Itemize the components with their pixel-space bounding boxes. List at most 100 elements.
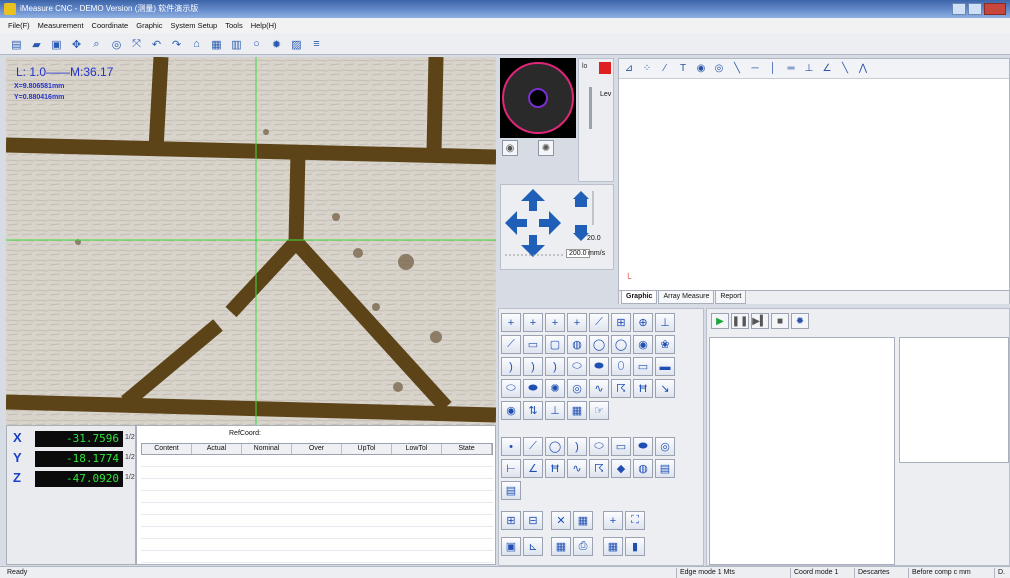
angle-icon[interactable]: ∠ — [819, 61, 835, 76]
slot-measure-icon[interactable]: ▢ — [545, 335, 565, 354]
ellipse-fill-icon[interactable]: ⬬ — [589, 357, 609, 376]
point-icon[interactable]: ⁘ — [639, 61, 655, 76]
move-icon[interactable]: ✥ — [68, 36, 85, 52]
distance-icon[interactable]: ⊢ — [501, 459, 521, 478]
half-button-x[interactable]: 1/2 — [125, 434, 135, 441]
height-icon[interactable]: Ħ — [633, 379, 653, 398]
half-button-y[interactable]: 1/2 — [125, 454, 135, 461]
document-icon[interactable]: ▤ — [501, 481, 521, 500]
pause-icon[interactable]: ❚❚ — [731, 313, 749, 329]
results-grid[interactable] — [141, 455, 493, 563]
ring-points-icon[interactable]: ◯ — [611, 335, 631, 354]
light-level-slider[interactable] — [589, 87, 592, 129]
globe-icon[interactable]: ◍ — [633, 459, 653, 478]
magnify-icon[interactable]: ⊕ — [633, 313, 653, 332]
menu-help[interactable]: Help(H) — [251, 21, 277, 33]
target-icon[interactable]: ◎ — [108, 36, 125, 52]
rectangle-fill-icon[interactable]: ▬ — [655, 357, 675, 376]
arc-left-icon[interactable]: ) — [501, 357, 521, 376]
arrow-up-icon[interactable] — [521, 189, 545, 211]
layer-icon[interactable]: ◆ — [611, 459, 631, 478]
save-icon[interactable]: ▣ — [48, 36, 65, 52]
circle-center-icon[interactable]: ◉ — [633, 335, 653, 354]
new-file-icon[interactable]: ▤ — [8, 36, 25, 52]
arrow-down-icon[interactable] — [521, 235, 545, 257]
step-icon[interactable]: ▶▍ — [751, 313, 769, 329]
select-icon[interactable]: ⊿ — [621, 61, 637, 76]
construct-rect-icon[interactable]: ▭ — [611, 437, 631, 456]
multi-circle-icon[interactable]: ❀ — [655, 335, 675, 354]
list-icon[interactable]: ≡ — [308, 36, 325, 52]
spreadsheet-icon[interactable]: ▦ — [551, 537, 571, 556]
ellipse-icon[interactable]: ⬭ — [567, 357, 587, 376]
menu-file[interactable]: File(F) — [8, 21, 30, 33]
box-point-icon[interactable]: ⊞ — [611, 313, 631, 332]
perpendicular-icon[interactable]: ⊥ — [801, 61, 817, 76]
tab-graphic[interactable]: Graphic — [621, 291, 658, 304]
construct-arc-icon[interactable]: ) — [567, 437, 587, 456]
construct-circle-icon[interactable]: ◯ — [545, 437, 565, 456]
slot-icon[interactable]: ⬬ — [523, 379, 543, 398]
construct-point-icon[interactable]: • — [501, 437, 521, 456]
report-icon[interactable]: ▨ — [288, 36, 305, 52]
calculator-icon[interactable]: ▦ — [567, 401, 587, 420]
crosshair-plus-icon[interactable]: + — [545, 313, 565, 332]
crosshair-point-icon[interactable]: + — [501, 313, 521, 332]
column-header[interactable]: LowTol — [392, 444, 442, 454]
z-up-icon[interactable] — [573, 191, 589, 207]
height-construct-icon[interactable]: Ħ — [545, 459, 565, 478]
arc-3pt-icon[interactable]: ) — [545, 357, 565, 376]
image-export-icon[interactable]: ▦ — [573, 511, 593, 530]
rectangle-icon[interactable]: ▭ — [633, 357, 653, 376]
angle-construct-icon[interactable]: ∠ — [523, 459, 543, 478]
graphic-panel[interactable]: ⊿ ⁘ ⁄ T ◉ ◎ ╲ ─ │ ═ ⊥ ∠ ╲ ⋀ └ Graphic Ar… — [618, 58, 1010, 304]
construct-ring-icon[interactable]: ◎ — [655, 437, 675, 456]
column-header[interactable]: Over — [292, 444, 342, 454]
tab-report[interactable]: Report — [715, 291, 747, 304]
zoom-fit-icon[interactable]: ⛶ — [625, 511, 645, 530]
ring-icon[interactable]: ◎ — [711, 61, 727, 76]
settings-icon[interactable]: ✹ — [791, 313, 809, 329]
excel-export-icon[interactable]: ✕ — [551, 511, 571, 530]
undo-icon[interactable]: ↶ — [148, 36, 165, 52]
redo-icon[interactable]: ↷ — [168, 36, 185, 52]
arrow-left-icon[interactable] — [505, 211, 527, 235]
minimize-button[interactable] — [952, 3, 966, 15]
ring-gauge-icon[interactable]: ◉ — [501, 401, 521, 420]
program-list[interactable] — [709, 337, 895, 565]
circle-outline-icon[interactable]: ○ — [248, 36, 265, 52]
gear-icon[interactable]: ✹ — [268, 36, 285, 52]
maximize-button[interactable] — [968, 3, 982, 15]
column-header[interactable]: UpTol — [342, 444, 392, 454]
report-pdf-icon[interactable]: ⊞ — [501, 511, 521, 530]
hand-icon[interactable]: ☞ — [589, 401, 609, 420]
profile-icon[interactable]: ☈ — [611, 379, 631, 398]
horizontal-line-icon[interactable]: ─ — [747, 61, 763, 76]
parallel-icon[interactable]: ═ — [783, 61, 799, 76]
dxf-export-icon[interactable]: ▦ — [603, 537, 623, 556]
home-icon[interactable]: ⌂ — [188, 36, 205, 52]
stop-icon[interactable]: ■ — [771, 313, 789, 329]
dimension-icon[interactable]: ⋀ — [855, 61, 871, 76]
menu-measurement[interactable]: Measurement — [38, 21, 84, 33]
light-indicator-icon[interactable] — [599, 62, 611, 74]
save-data-icon[interactable]: ▣ — [501, 537, 521, 556]
line-icon[interactable]: ⁄ — [657, 61, 673, 76]
construct-ellipse-icon[interactable]: ⬭ — [589, 437, 609, 456]
clipboard-icon[interactable]: ▤ — [655, 459, 675, 478]
close-button[interactable] — [984, 3, 1006, 15]
z-height-icon[interactable]: ⇅ — [523, 401, 543, 420]
curve-icon[interactable]: ∿ — [589, 379, 609, 398]
half-button-z[interactable]: 1/2 — [125, 474, 135, 481]
focus-icon[interactable]: ⊥ — [655, 313, 675, 332]
contour-icon[interactable]: ☈ — [589, 459, 609, 478]
open-folder-icon[interactable]: ▰ — [28, 36, 45, 52]
table-icon[interactable]: ▥ — [228, 36, 245, 52]
circle-icon[interactable]: ◉ — [693, 61, 709, 76]
slope-icon[interactable]: ╲ — [837, 61, 853, 76]
run-icon[interactable]: ▶ — [711, 313, 729, 329]
edge-line-icon[interactable]: ⟋ — [589, 313, 609, 332]
construct-line-icon[interactable]: ⟋ — [523, 437, 543, 456]
keyhole-icon[interactable]: ⬭ — [501, 379, 521, 398]
ring-light-button-icon[interactable]: ✺ — [538, 140, 554, 156]
